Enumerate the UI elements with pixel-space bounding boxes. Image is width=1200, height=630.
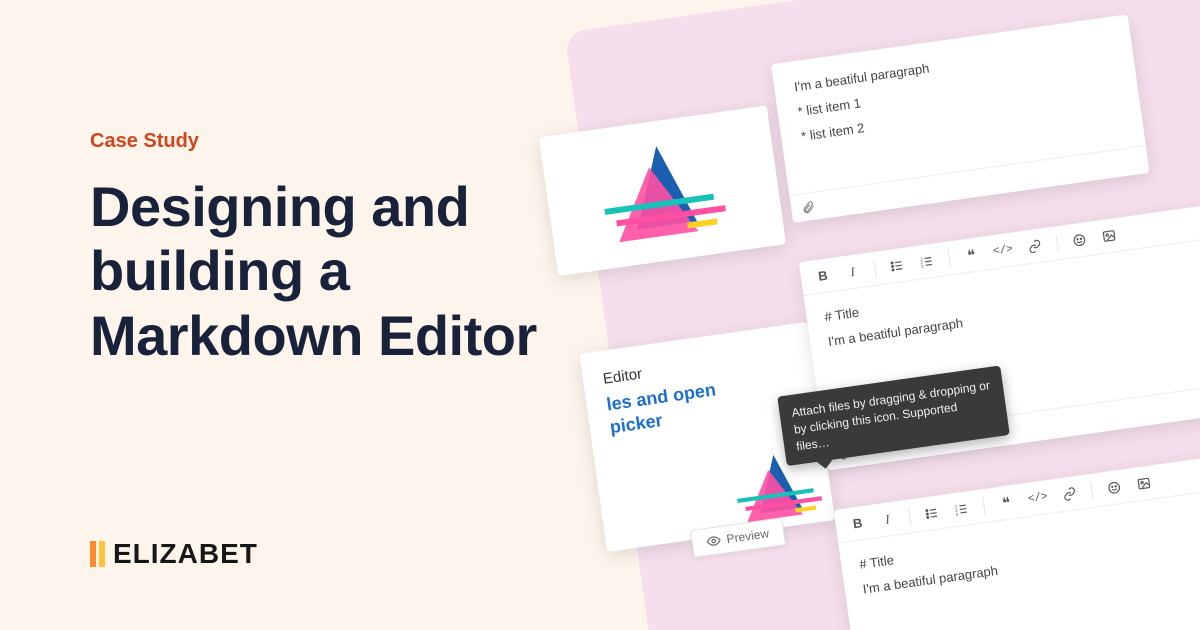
eye-icon [706,533,722,549]
list-ul-icon [889,257,905,273]
svg-text:3: 3 [956,511,960,516]
emoji-button[interactable] [1070,232,1088,248]
code-button[interactable]: </> [1027,491,1048,506]
bold-button[interactable]: B [814,267,832,284]
brand-text: ELIZABET [113,538,258,570]
ul-button[interactable] [923,505,941,521]
link-icon [1027,238,1043,254]
svg-text:3: 3 [921,263,925,268]
kicker-label: Case Study [90,130,590,153]
ul-button[interactable] [888,257,906,273]
bold-button[interactable]: B [849,515,867,532]
triangle-logo-icon [597,138,728,244]
image-icon [1136,475,1152,491]
list-ol-icon: 123 [954,501,970,517]
illustration-stage: I'm a beatiful paragraph * list item 1 *… [505,0,1200,630]
image-button[interactable] [1100,227,1118,243]
list-ol-icon: 123 [919,253,935,269]
link-button[interactable] [1026,238,1044,254]
list-ul-icon [924,505,940,521]
brand-bars-icon [90,541,105,567]
page-title: Designing and building a Markdown Editor [90,175,590,368]
link-icon [1061,486,1077,502]
italic-button[interactable]: I [844,263,862,281]
image-icon [1101,228,1117,244]
quote-button[interactable]: ❝ [962,245,980,265]
preview-tab-label: Preview [726,526,770,546]
code-button[interactable]: </> [992,243,1013,258]
ol-button[interactable]: 123 [953,501,971,517]
ol-button[interactable]: 123 [918,253,936,269]
smile-icon [1106,479,1122,495]
quote-button[interactable]: ❝ [997,492,1015,512]
paperclip-icon [800,199,816,215]
emoji-button[interactable] [1105,479,1123,495]
image-button[interactable] [1135,475,1153,491]
italic-button[interactable]: I [878,510,896,528]
link-button[interactable] [1060,486,1078,502]
smile-icon [1071,232,1087,248]
brand-logo: ELIZABET [90,538,258,570]
